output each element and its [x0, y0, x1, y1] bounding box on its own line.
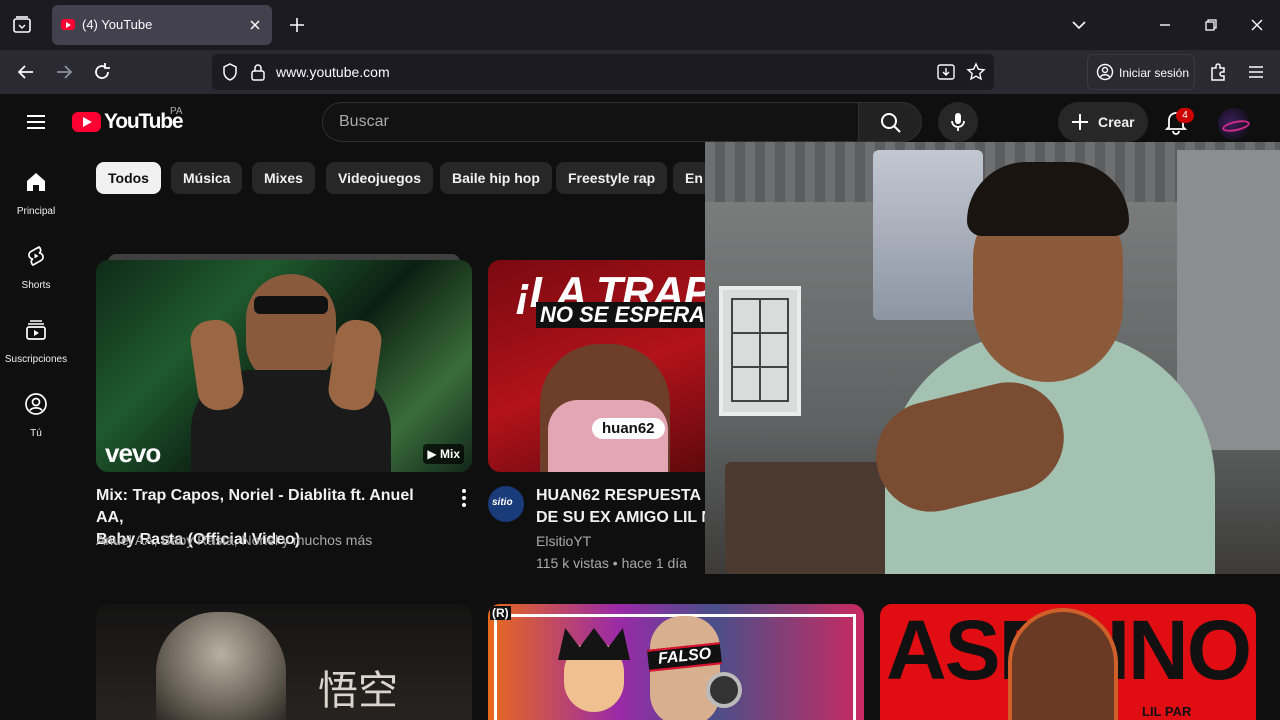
- app-menu-icon[interactable]: [1244, 60, 1268, 84]
- thumbnail-hand-left: [187, 317, 247, 413]
- voice-search-button[interactable]: [938, 102, 978, 142]
- channel-avatar-text: sitio: [492, 497, 513, 508]
- chip-baile-hip-hop[interactable]: Baile hip hop: [440, 162, 552, 194]
- lock-icon[interactable]: [248, 62, 268, 82]
- signin-label: Iniciar sesión: [1119, 66, 1190, 80]
- sidebar-item-suscripciones[interactable]: Suscripciones: [0, 318, 72, 392]
- chip-videojuegos[interactable]: Videojuegos: [326, 162, 433, 194]
- browser-tab-youtube[interactable]: (4) YouTube: [52, 5, 272, 45]
- search-icon: [881, 113, 901, 133]
- chip-freestyle-rap[interactable]: Freestyle rap: [556, 162, 668, 194]
- vevo-logo-text: vevo: [105, 438, 161, 468]
- microphone-icon: [951, 113, 965, 131]
- person-hair: [967, 162, 1129, 236]
- video-thumbnail[interactable]: 悟空: [96, 604, 472, 720]
- thumbnail-sunglasses: [254, 296, 328, 314]
- bookmark-star-icon[interactable]: [966, 62, 986, 82]
- browser-nav-bar: www.youtube.com Iniciar sesión: [0, 50, 1280, 94]
- url-text: www.youtube.com: [276, 64, 390, 80]
- search-button[interactable]: [858, 102, 922, 142]
- sidebar-label: Suscripciones: [4, 354, 68, 365]
- sidebar-item-shorts[interactable]: Shorts: [0, 244, 72, 318]
- thumbnail-person: [1008, 608, 1118, 720]
- create-button[interactable]: Crear: [1058, 102, 1148, 142]
- thumbnail-person-head: [246, 274, 336, 384]
- video-thumbnail[interactable]: (R) FALSO: [488, 604, 864, 720]
- minimize-icon[interactable]: [1153, 13, 1177, 37]
- subscriptions-icon: [26, 320, 46, 340]
- list-all-tabs-chevron-icon[interactable]: [1067, 13, 1091, 37]
- window-grid: [731, 298, 789, 402]
- thumbnail-mark: (R): [490, 606, 511, 620]
- video-channel-list[interactable]: Anuel AA, Baby Rasta, Noriel y muchos má…: [96, 530, 372, 550]
- new-tab-icon[interactable]: [285, 13, 309, 37]
- sidebar-label: Shorts: [21, 280, 51, 291]
- forward-arrow-icon[interactable]: [52, 60, 76, 84]
- shield-icon[interactable]: [220, 62, 240, 82]
- plus-icon: [1072, 114, 1088, 130]
- sidebar-item-principal[interactable]: Principal: [0, 170, 72, 244]
- video-views-date: 115 k vistas • hace 1 día: [536, 555, 687, 571]
- channel-name[interactable]: ElsitioYT: [536, 531, 591, 551]
- guide-menu-icon[interactable]: [24, 110, 48, 134]
- playlist-icon: ▶︎: [427, 447, 440, 461]
- restore-icon[interactable]: [1199, 13, 1223, 37]
- thumbnail-goku-hair: [558, 628, 630, 660]
- back-arrow-icon[interactable]: [14, 60, 38, 84]
- thumbnail-character-hair: [156, 612, 286, 720]
- chip-mixes[interactable]: Mixes: [252, 162, 315, 194]
- tab-list-icon[interactable]: [10, 13, 34, 37]
- channel-avatar[interactable]: sitio: [488, 486, 524, 522]
- home-icon: [27, 173, 45, 191]
- extensions-icon[interactable]: [1206, 60, 1230, 84]
- thumbnail-subheadline: NO SE ESPERA: [536, 302, 710, 328]
- chip-todos[interactable]: Todos: [96, 162, 161, 194]
- you-icon: [25, 393, 47, 415]
- thumbnail-gadget: [706, 672, 742, 708]
- sidebar-label: Tú: [30, 428, 42, 439]
- youtube-play-logo-icon: [72, 112, 101, 132]
- video-thumbnail[interactable]: ASESINO LIL PAR: [880, 604, 1256, 720]
- notification-count-badge: 4: [1176, 108, 1194, 123]
- webcam-overlay: [705, 142, 1280, 574]
- chip-musica[interactable]: Música: [171, 162, 243, 194]
- thumbnail-tag: huan62: [592, 418, 665, 439]
- youtube-favicon-icon: [61, 19, 75, 30]
- sidebar-label: Principal: [16, 206, 56, 217]
- window: [719, 286, 801, 416]
- tab-title: (4) YouTube: [82, 17, 153, 32]
- address-bar[interactable]: www.youtube.com: [212, 54, 994, 90]
- youtube-logo[interactable]: YouTube PA: [72, 106, 184, 136]
- install-app-icon[interactable]: [936, 62, 956, 82]
- more-actions-icon[interactable]: [452, 486, 476, 510]
- search-input[interactable]: [339, 103, 839, 141]
- thumbnail-kanji: 悟空: [318, 668, 398, 714]
- shorts-icon: [28, 245, 44, 267]
- signin-button[interactable]: Iniciar sesión: [1087, 54, 1195, 90]
- region-code: PA: [170, 106, 183, 117]
- close-tab-icon[interactable]: [246, 16, 264, 34]
- mix-badge: ▶︎ Mix: [423, 444, 464, 464]
- account-avatar[interactable]: [1218, 108, 1250, 140]
- account-icon: [1096, 63, 1114, 81]
- video-thumbnail[interactable]: vevo ▶︎ Mix: [96, 260, 472, 472]
- browser-tab-bar: (4) YouTube: [0, 0, 1280, 50]
- hanging-clothes: [873, 150, 983, 320]
- sidebar-item-tu[interactable]: Tú: [0, 392, 72, 466]
- video-title-line: Mix: Trap Capos, Noriel - Diablita ft. A…: [96, 487, 414, 526]
- mix-badge-label: Mix: [439, 447, 460, 461]
- create-label: Crear: [1098, 114, 1135, 130]
- search-box[interactable]: [322, 102, 860, 142]
- reload-icon[interactable]: [90, 60, 114, 84]
- close-window-icon[interactable]: [1245, 13, 1269, 37]
- thumbnail-subtitle: LIL PAR: [1142, 704, 1192, 719]
